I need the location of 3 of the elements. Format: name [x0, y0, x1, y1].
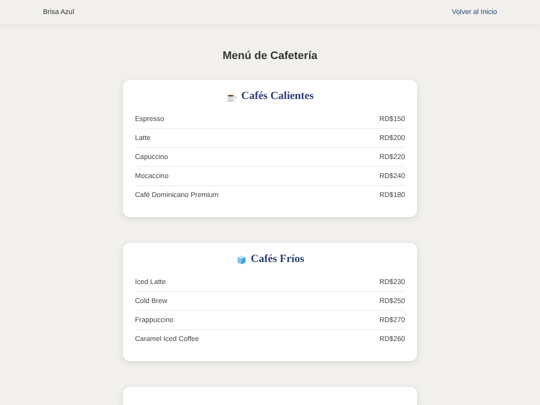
section-title: Cafés Calientes [241, 90, 314, 102]
page-title: Menú de Cafetería [222, 50, 318, 62]
section-title: Cafés Fríos [250, 253, 304, 265]
